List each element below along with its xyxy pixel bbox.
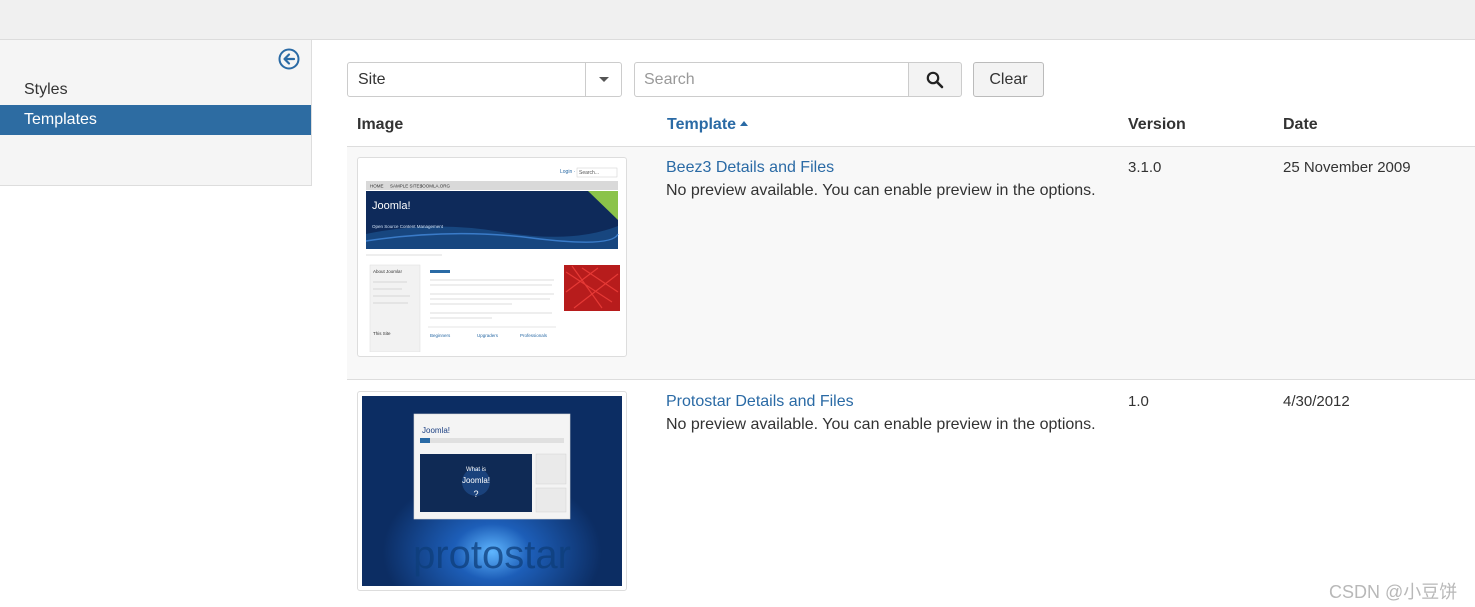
thumb-sidebar-heading2: This Site xyxy=(373,331,391,336)
thumb-nav-home: HOME xyxy=(370,184,384,189)
sidebar: Styles Templates xyxy=(0,40,312,186)
sidebar-item-templates[interactable]: Templates xyxy=(0,105,311,135)
version-cell: 3.1.0 xyxy=(1128,159,1162,176)
arrow-left-circle-icon[interactable] xyxy=(278,48,300,70)
column-header-version: Version xyxy=(1128,116,1186,133)
column-header-date: Date xyxy=(1283,116,1318,133)
thumb-col-beginners: Beginners xyxy=(430,333,451,338)
search-input[interactable] xyxy=(634,62,909,97)
client-select[interactable]: Site xyxy=(347,62,622,97)
top-toolbar xyxy=(0,0,1475,40)
template-link-beez3[interactable]: Beez3 Details and Files xyxy=(666,159,834,177)
template-thumbnail-protostar[interactable]: Joomla! What is Joomla! ? protostar xyxy=(357,391,627,591)
svg-text:?: ? xyxy=(473,489,478,499)
thumb-nav-sample: SAMPLE SITES xyxy=(390,184,423,189)
thumb-col-upgraders: Upgraders xyxy=(477,333,499,338)
date-cell: 4/30/2012 xyxy=(1283,393,1350,410)
thumb-col-professionals: Professionals xyxy=(520,333,548,338)
thumb-nav-joomla: JOOMLA.ORG xyxy=(420,184,451,189)
preview-note: No preview available. You can enable pre… xyxy=(666,182,1096,199)
template-link-protostar[interactable]: Protostar Details and Files xyxy=(666,393,854,411)
sidebar-item-styles[interactable]: Styles xyxy=(0,75,311,105)
version-cell: 1.0 xyxy=(1128,393,1149,410)
client-select-value: Site xyxy=(358,71,386,88)
date-cell: 25 November 2009 xyxy=(1283,159,1411,176)
template-thumbnail-beez3[interactable]: Login · Home · Links Search... HOME SAMP… xyxy=(357,157,627,357)
preview-note: No preview available. You can enable pre… xyxy=(666,416,1096,433)
chevron-down-icon xyxy=(599,77,609,82)
column-header-template-label: Template xyxy=(667,116,737,133)
watermark: CSDN @小豆饼 xyxy=(1329,582,1458,602)
column-header-template[interactable]: Template xyxy=(667,116,749,134)
column-header-image: Image xyxy=(357,116,404,133)
thumb-site-name: Joomla! xyxy=(372,200,411,212)
thumb-sidebar-heading: About Joomla! xyxy=(373,269,402,274)
thumb-logo: Joomla! xyxy=(422,426,450,435)
thumb-video-text-2: Joomla! xyxy=(462,476,490,485)
sort-asc-icon xyxy=(740,121,749,126)
thumb-video-text-1: What is xyxy=(466,467,486,473)
clear-button[interactable]: Clear xyxy=(973,62,1044,97)
thumb-big-word: protostar xyxy=(413,533,571,577)
search-button[interactable] xyxy=(908,62,962,97)
thumb-tagline: Open Source Content Management xyxy=(372,224,444,229)
thumb-search-label: Search... xyxy=(579,170,599,176)
select-toggle[interactable] xyxy=(585,63,621,96)
search-icon xyxy=(926,71,944,89)
